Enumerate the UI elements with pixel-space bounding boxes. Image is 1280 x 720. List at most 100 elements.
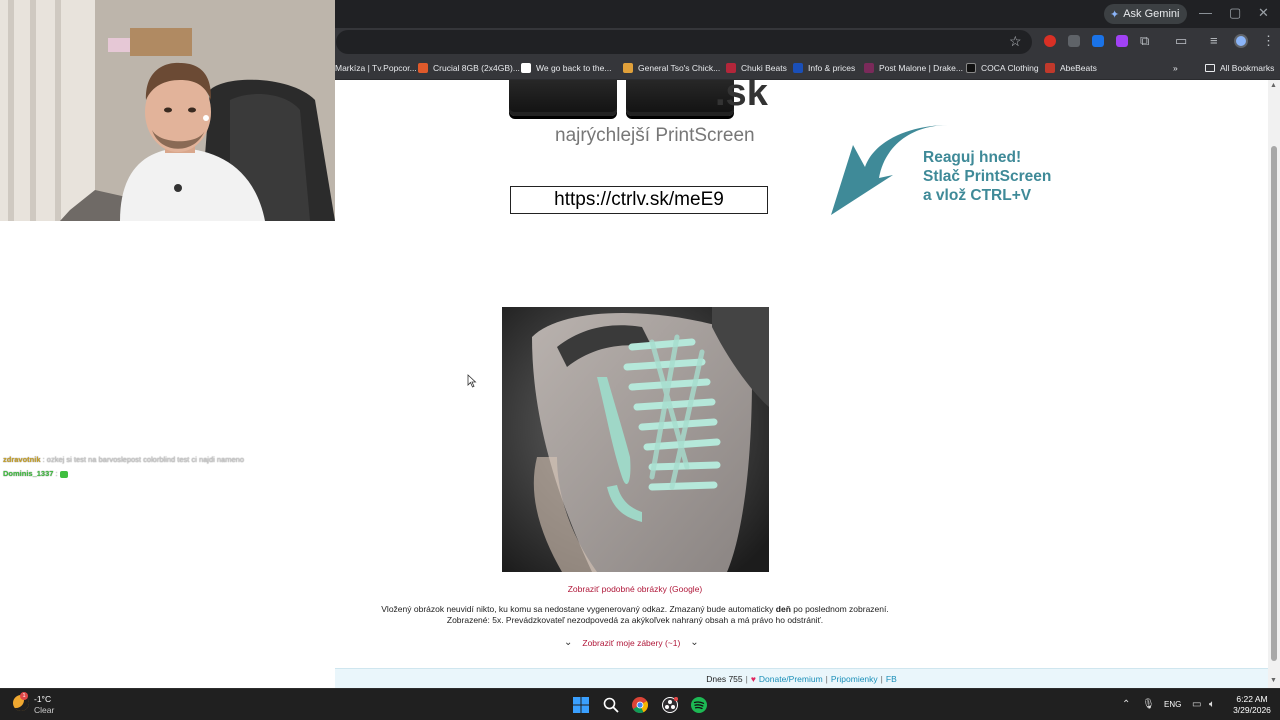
weather-temperature[interactable]: -1°C xyxy=(34,694,51,704)
my-shots-label: Zobraziť moje zábery (~1) xyxy=(582,637,681,648)
extension-icon[interactable] xyxy=(1092,35,1104,47)
bookmark-favicon xyxy=(1045,63,1055,73)
uploaded-image[interactable] xyxy=(502,307,769,572)
info-text: Vložený obrázok neuvidí nikto, ku komu s… xyxy=(335,604,935,625)
scroll-down-icon[interactable]: ▼ xyxy=(1270,677,1277,684)
chat-username: Dominis_1337 xyxy=(3,469,54,478)
bookmark-label: Crucial 8GB (2x4GB)... xyxy=(433,63,520,73)
chevron-down-icon: ⌄ xyxy=(564,637,573,648)
visits-today: Dnes 755 xyxy=(706,673,743,684)
monitor-icon[interactable]: ▭ xyxy=(1192,699,1201,710)
chat-separator: : xyxy=(42,455,45,464)
volume-icon[interactable]: 🔈︎ xyxy=(1209,699,1215,710)
feedback-link[interactable]: Pripomienky xyxy=(831,674,878,684)
bookmark-item[interactable]: Post Malone | Drake... xyxy=(864,60,963,76)
reading-list-icon[interactable]: ≡ xyxy=(1210,33,1218,48)
chevron-down-icon: ⌄ xyxy=(690,637,699,648)
my-shots-toggle[interactable]: ⌄ Zobraziť moje zábery (~1) ⌄ xyxy=(564,637,699,648)
chat-text: ozkej si test na barvoslepost colorblind… xyxy=(46,455,244,464)
more-bookmarks-chevron-icon[interactable]: » xyxy=(1173,60,1178,76)
all-bookmarks[interactable]: All Bookmarks xyxy=(1205,60,1274,76)
page-footer: Dnes 755 | ♥ Donate/Premium | Pripomienk… xyxy=(335,668,1268,688)
profile-avatar[interactable] xyxy=(1234,34,1248,48)
close-icon[interactable]: ✕ xyxy=(1258,5,1269,21)
chrome-icon[interactable] xyxy=(632,697,648,713)
similar-images-link[interactable]: Zobraziť podobné obrázky (Google) xyxy=(335,584,935,594)
bookmark-item[interactable]: Chuki Beats xyxy=(726,60,787,76)
extension-icon[interactable] xyxy=(1116,35,1128,47)
bookmark-favicon xyxy=(793,63,803,73)
spotify-icon[interactable] xyxy=(691,697,707,713)
address-bar[interactable] xyxy=(336,30,1032,54)
promo-line: Reaguj hned! xyxy=(923,149,1022,166)
all-bookmarks-label: All Bookmarks xyxy=(1220,63,1275,73)
ask-gemini-label: Ask Gemini xyxy=(1123,8,1180,20)
bookmark-favicon xyxy=(726,63,736,73)
logo-tld: .sk xyxy=(715,80,768,114)
facebook-link[interactable]: FB xyxy=(886,674,897,684)
chat-username: zdravotnik xyxy=(3,455,41,464)
notification-badge: 1 xyxy=(20,692,28,700)
bookmark-favicon xyxy=(864,63,874,73)
mouse-cursor-icon xyxy=(467,374,477,388)
logo-key xyxy=(509,80,617,116)
scroll-up-icon[interactable]: ▲ xyxy=(1270,82,1277,89)
promo-text: Reaguj hned! Stlač PrintScreen a vlož CT… xyxy=(923,148,1051,205)
bookmark-favicon xyxy=(966,63,976,73)
bookmark-item[interactable]: We go back to the... xyxy=(521,60,611,76)
taskbar-time[interactable]: 6:22 AM xyxy=(1230,694,1274,704)
windows-start-icon[interactable] xyxy=(573,697,589,713)
info-text-part: po poslednom zobrazení. xyxy=(790,604,889,614)
weather-description[interactable]: Clear xyxy=(34,705,54,715)
bookmark-label: Markíza | Tv.Popcor... xyxy=(335,63,417,73)
extensions-puzzle-icon[interactable]: ⧉ xyxy=(1140,33,1149,49)
bookmark-item[interactable]: General Tso's Chick... xyxy=(623,60,720,76)
bookmark-label: AbeBeats xyxy=(1060,63,1097,73)
donate-link[interactable]: Donate/Premium xyxy=(759,674,823,684)
taskbar-date[interactable]: 3/29/2026 xyxy=(1230,705,1274,715)
tab-search-icon[interactable]: ▭ xyxy=(1175,33,1187,49)
extension-icon[interactable] xyxy=(1044,35,1056,47)
bookmark-label: Info & prices xyxy=(808,63,856,73)
chat-message: zdravotnik : ozkej si test na barvoslepo… xyxy=(3,453,244,467)
bookmark-label: COCA Clothing xyxy=(981,63,1039,73)
minimize-icon[interactable]: — xyxy=(1199,5,1212,21)
bookmark-item[interactable]: AbeBeats xyxy=(1045,60,1097,76)
chat-message: Dominis_1337 : xyxy=(3,467,244,481)
bookmark-item[interactable]: COCA Clothing xyxy=(966,60,1039,76)
chat-emote-icon xyxy=(59,470,68,478)
bookmark-label: Post Malone | Drake... xyxy=(879,63,963,73)
restore-icon[interactable]: ▢ xyxy=(1229,5,1241,21)
tagline: najrýchlejší PrintScreen xyxy=(555,125,755,146)
microphone-icon[interactable]: 🎙︎ xyxy=(1142,699,1155,710)
info-line-2: Zobrazené: 5x. Prevádzkovateľ nezodpoved… xyxy=(446,614,824,625)
bookmark-label: General Tso's Chick... xyxy=(638,63,721,73)
input-language[interactable]: ENG xyxy=(1164,700,1181,709)
bookmark-favicon xyxy=(418,63,428,73)
tray-chevron-up-icon[interactable]: ⌃ xyxy=(1122,699,1130,710)
scrollbar-thumb[interactable] xyxy=(1271,146,1277,661)
promo-line: a vlož CTRL+V xyxy=(923,187,1032,204)
windows-taskbar: 1 -1°C Clear ⌃ 🎙︎ ENG ▭ 🔈︎ 6:22 AM 3/29/… xyxy=(0,688,1280,720)
browser-menu-icon[interactable]: ⋮ xyxy=(1262,33,1275,49)
footer-separator: | xyxy=(880,673,883,684)
bookmark-star-icon[interactable]: ☆ xyxy=(1009,33,1022,50)
bookmark-favicon xyxy=(623,63,633,73)
extension-icon[interactable] xyxy=(1068,35,1080,47)
obs-icon[interactable] xyxy=(662,697,678,713)
search-icon[interactable] xyxy=(603,697,619,713)
chat-separator: : xyxy=(55,469,58,478)
promo-line: Stlač PrintScreen xyxy=(923,168,1052,185)
webcam-overlay xyxy=(0,0,335,221)
sneaker-photo xyxy=(502,307,769,572)
webcam-feed xyxy=(0,0,335,221)
heart-icon: ♥ xyxy=(750,673,756,684)
share-link-field[interactable]: https://ctrlv.sk/meE9 xyxy=(510,186,768,214)
footer-separator: | xyxy=(825,673,828,684)
bookmark-item[interactable]: Crucial 8GB (2x4GB)... xyxy=(418,60,520,76)
ask-gemini-button[interactable]: ✦ Ask Gemini xyxy=(1104,4,1188,24)
bookmark-label: We go back to the... xyxy=(536,63,612,73)
bookmark-item[interactable]: Info & prices xyxy=(793,60,855,76)
stream-chat-overlay: zdravotnik : ozkej si test na barvoslepo… xyxy=(3,453,244,481)
bookmark-label: Chuki Beats xyxy=(741,63,787,73)
